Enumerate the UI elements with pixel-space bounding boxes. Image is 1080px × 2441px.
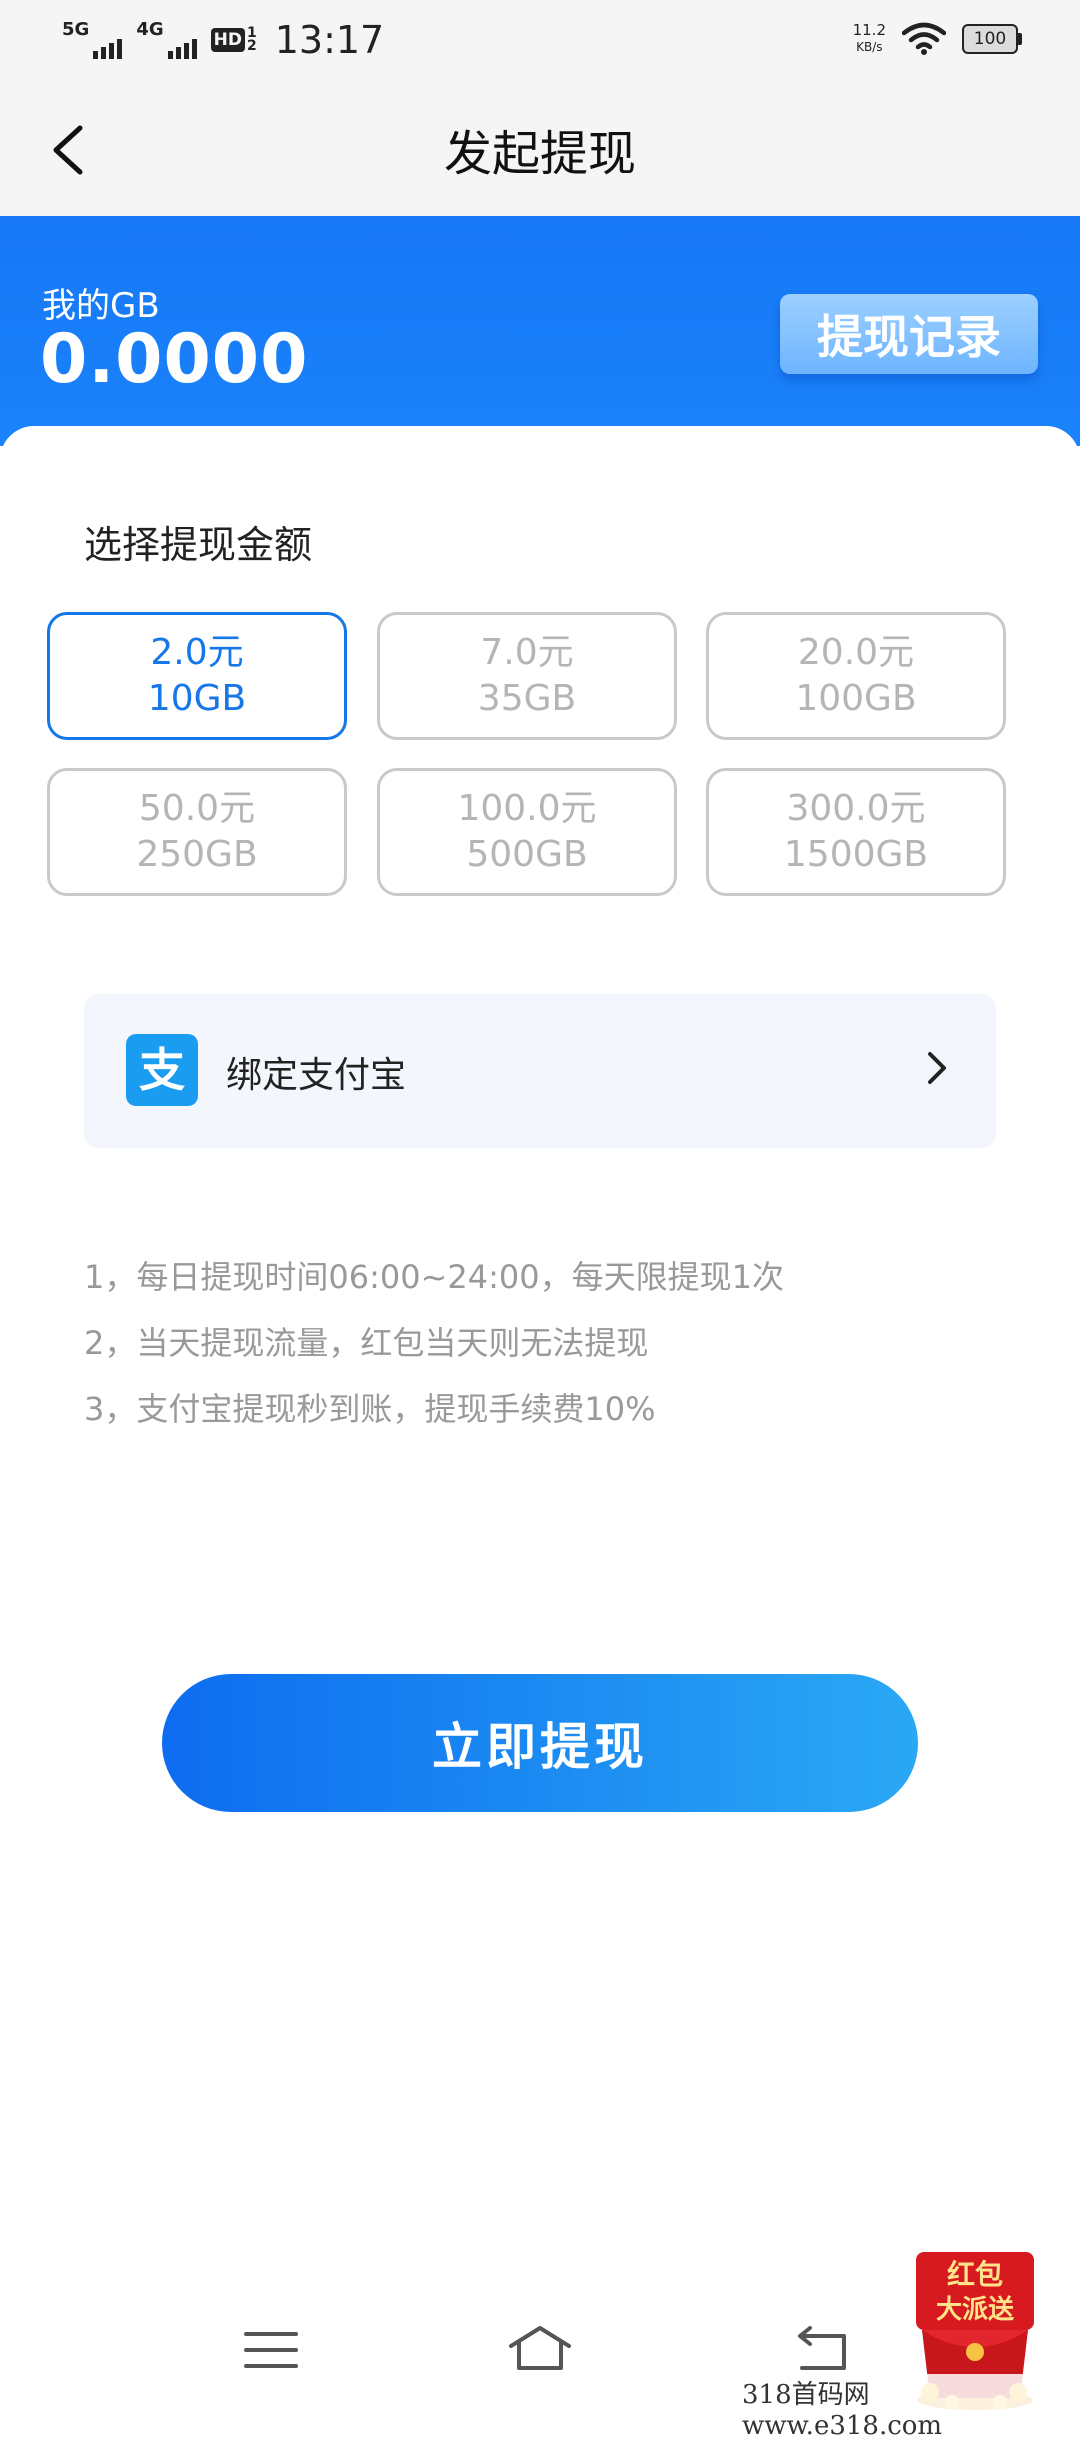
section-title: 选择提现金额 [84,523,313,567]
amount-option-250gb[interactable]: 50.0元 250GB [47,768,347,896]
withdraw-now-button[interactable]: 立即提现 [162,1674,918,1812]
top-nav: 发起提现 [0,84,1080,216]
balance-banner: 我的GB 0.0000 提现记录 [0,216,1080,446]
signal-bars-icon [167,37,197,59]
status-left: 5G 4G HD 1 2 13:17 [62,18,384,62]
option-price: 50.0元 [138,788,256,829]
network-speed: 11.2 KB/s [853,22,886,56]
balance-value: 0.0000 [40,320,309,399]
amount-option-100gb[interactable]: 20.0元 100GB [706,612,1006,740]
note-line: 3，支付宝提现秒到账，提现手续费10% [84,1390,656,1428]
note-line: 2，当天提现流量，红包当天则无法提现 [84,1324,649,1362]
option-price: 100.0元 [457,788,597,829]
option-price: 300.0元 [786,788,926,829]
option-amount: 10GB [147,678,247,719]
amount-option-10gb[interactable]: 2.0元 10GB [47,612,347,740]
alipay-glyph: 支 [139,1043,185,1097]
amount-option-1500gb[interactable]: 300.0元 1500GB [706,768,1006,896]
alipay-icon: 支 [126,1034,198,1106]
hd-bottom: 2 [246,38,257,54]
option-amount: 1500GB [783,834,929,875]
clock: 13:17 [274,18,385,62]
option-amount: 100GB [795,678,917,719]
option-price: 7.0元 [480,632,574,673]
back-nav-icon[interactable] [788,2320,858,2380]
speed-value: 11.2 [852,21,886,39]
hd-voice-icon: HD 1 2 [210,26,257,54]
menu-icon[interactable] [236,2320,306,2380]
signal-5g: 5G [62,19,123,59]
chevron-right-icon [928,1052,946,1084]
withdraw-card: 选择提现金额 2.0元 10GB 7.0元 35GB 20.0元 100GB 5… [0,426,1080,2410]
network-type-2: 4G [136,19,164,40]
option-amount: 250GB [136,834,258,875]
network-type-1: 5G [62,19,90,40]
withdraw-notes: 1，每日提现时间06:00~24:00，每天限提现1次 2，当天提现流量，红包当… [84,1244,784,1442]
battery-level: 100 [962,24,1018,54]
signal-bars-icon [93,37,123,59]
note-line: 1，每日提现时间06:00~24:00，每天限提现1次 [84,1258,784,1296]
battery-icon: 100 [962,24,1022,54]
status-right: 11.2 KB/s 100 [853,22,1022,56]
option-amount: 500GB [466,834,588,875]
page-title: 发起提现 [443,126,636,182]
status-bar: 5G 4G HD 1 2 13:17 11.2 KB/s 100 [0,0,1080,84]
bind-alipay-label: 绑定支付宝 [226,1055,407,1096]
amount-option-500gb[interactable]: 100.0元 500GB [377,768,677,896]
withdraw-record-button[interactable]: 提现记录 [780,294,1038,374]
red-packet-line1: 红包 [947,2258,1003,2291]
amount-option-35gb[interactable]: 7.0元 35GB [377,612,677,740]
signal-4g: 4G [136,19,197,59]
bind-alipay-row[interactable]: 支 绑定支付宝 [84,994,996,1148]
wifi-icon [902,22,946,55]
home-icon[interactable] [505,2320,575,2380]
option-amount: 35GB [477,678,577,719]
speed-unit: KB/s [856,40,883,54]
hd-label: HD [210,28,245,52]
option-price: 20.0元 [797,632,915,673]
option-price: 2.0元 [150,632,244,673]
